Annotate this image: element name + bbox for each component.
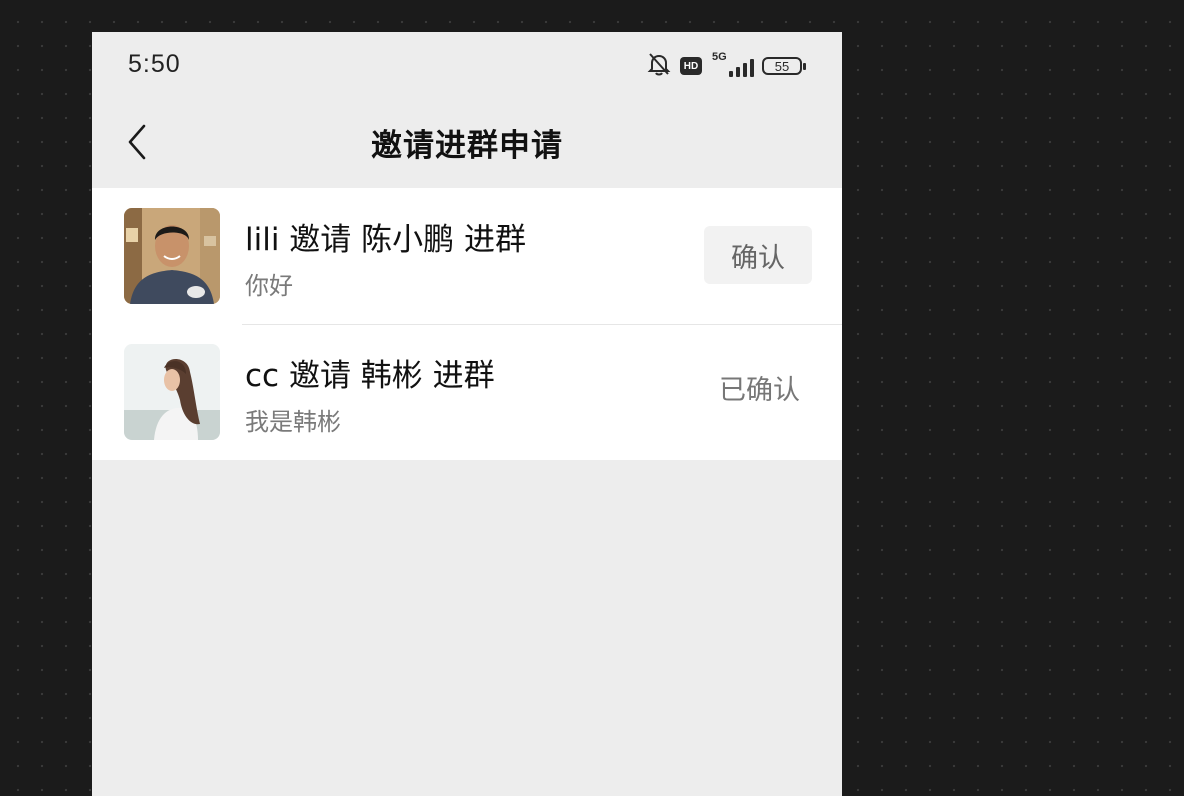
battery-icon: 55 [762,57,806,75]
request-list: lili 邀请 陈小鹏 进群 你好 确认 cc 邀请 韩彬 进群 我是韩彬 已确… [92,188,842,460]
confirmed-status: 已确认 [719,375,800,406]
status-icons: HD 5G 55 [646,51,806,81]
confirm-button[interactable]: 确认 [704,226,812,284]
phone-screen: 5:50 HD 5G 55 邀请进群申请 lili 邀请 陈小鹏 进群 你好 确… [92,32,842,796]
battery-level: 55 [774,58,790,74]
avatar[interactable] [124,344,220,440]
mute-bell-icon [646,51,672,81]
nav-bar: 邀请进群申请 [92,102,842,188]
hd-icon: HD [680,57,702,75]
request-message: lili 邀请 陈小鹏 进群 [245,222,527,258]
list-item[interactable]: lili 邀请 陈小鹏 进群 你好 确认 [92,188,842,324]
request-note: 你好 [245,272,293,300]
page-title: 邀请进群申请 [371,128,563,164]
avatar[interactable] [124,208,220,304]
status-bar: 5:50 HD 5G 55 [92,32,842,102]
request-message: cc 邀请 韩彬 进群 [245,358,495,394]
status-time: 5:50 [128,50,181,78]
request-note: 我是韩彬 [245,408,341,436]
network-type: 5G [712,51,727,63]
list-item[interactable]: cc 邀请 韩彬 进群 我是韩彬 已确认 [92,324,842,460]
5g-signal-icon: 5G [710,51,754,79]
